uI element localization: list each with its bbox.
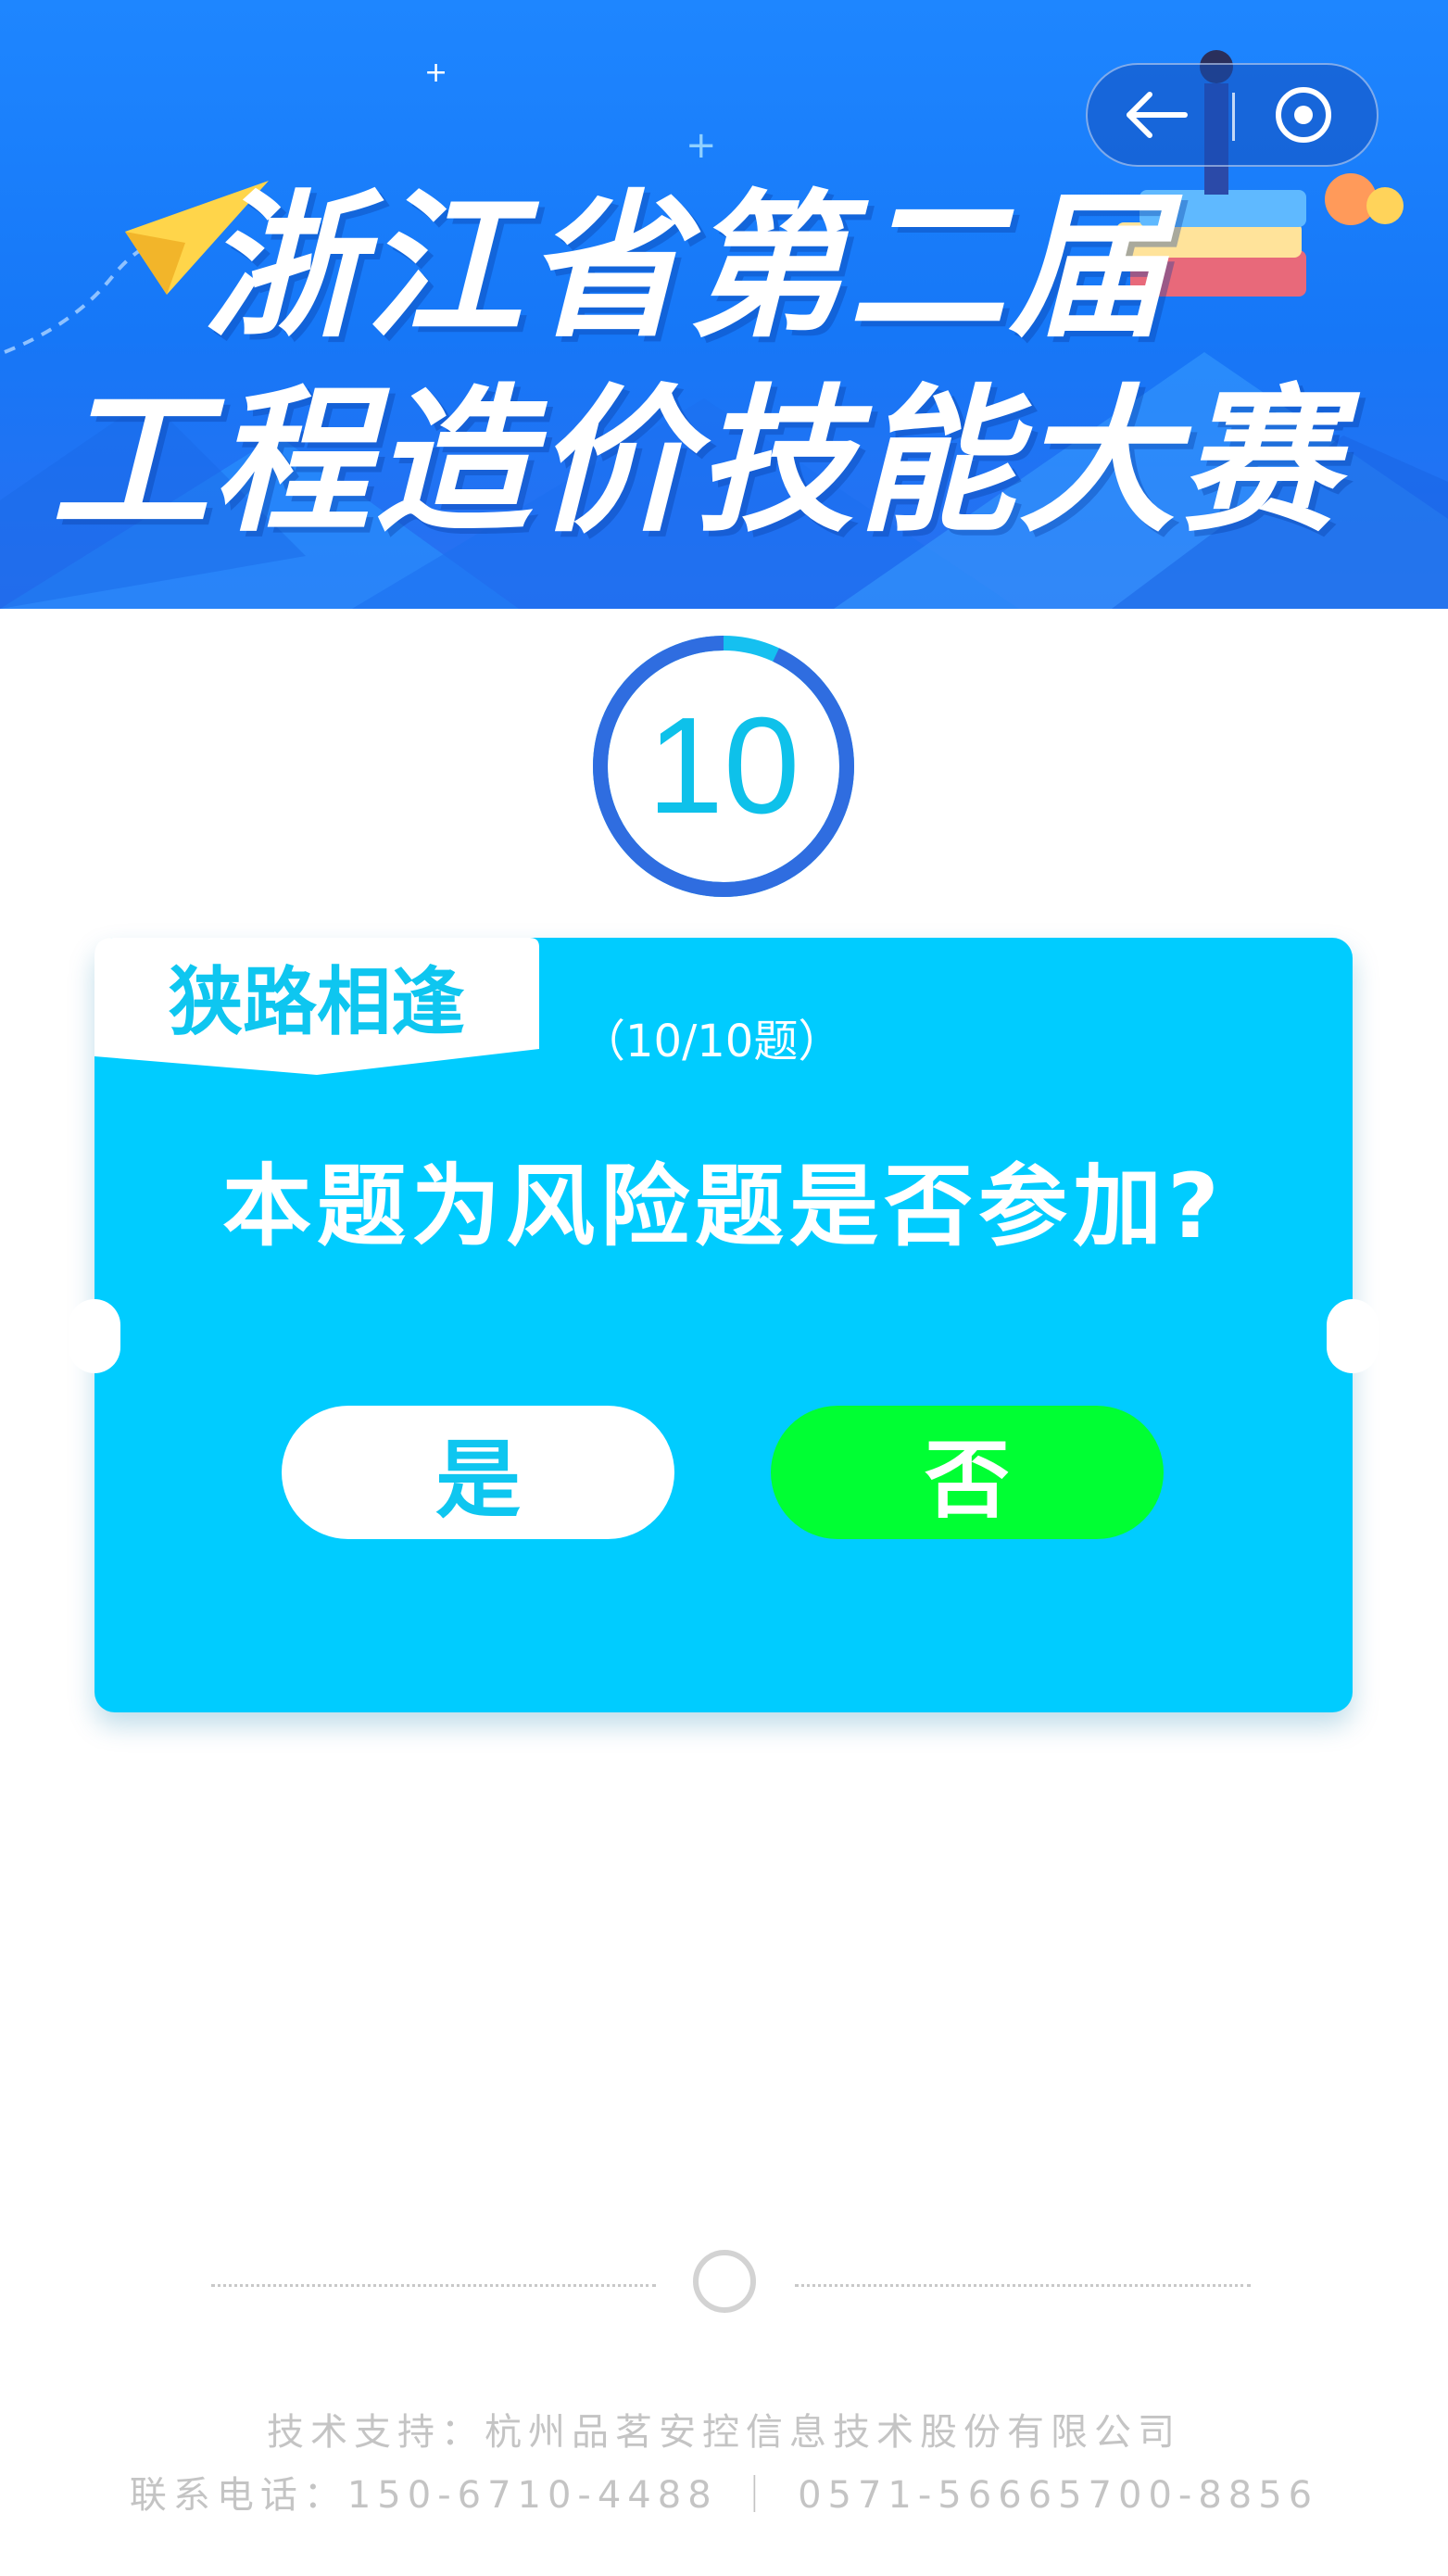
footer-divider-right [795,2284,1251,2287]
no-button-label: 否 [924,1430,1010,1530]
target-circle-icon [1276,87,1331,143]
banner-title-line-2: 工程造价技能大赛 [51,371,1341,554]
back-button[interactable] [1088,65,1227,165]
question-progress: （10/10题） [581,1016,843,1067]
yes-button[interactable]: 是 [282,1406,674,1539]
question-card: 狭路相逢 （10/10题） 本题为风险题是否参加? 是 否 [69,938,1379,1712]
footer-divider-left [211,2284,656,2287]
timer-seconds: 10 [647,689,800,842]
svg-text:+: + [424,57,447,89]
card-notch-left [69,1299,120,1373]
footer-contact-text: 联系电话：150-6710-4488 ｜ 0571-56665700-8856 [129,2474,1319,2517]
no-button[interactable]: 否 [771,1406,1164,1539]
footer-support-text: 技术支持：杭州品茗安控信息技术股份有限公司 [267,2411,1181,2454]
question-text: 本题为风险题是否参加? [222,1155,1225,1258]
header-banner: + + 浙江省第二届 工程造价技能大赛 [0,0,1448,609]
card-notch-right [1327,1299,1379,1373]
back-arrow-icon [1127,92,1188,138]
countdown-timer: 10 [589,632,858,901]
home-button[interactable] [1234,65,1373,165]
footer-circle-icon [693,2250,756,2313]
round-tag-label: 狭路相逢 [169,959,465,1045]
round-tag: 狭路相逢 [94,938,539,1077]
mini-program-capsule [1086,63,1379,167]
yes-button-label: 是 [434,1430,521,1530]
